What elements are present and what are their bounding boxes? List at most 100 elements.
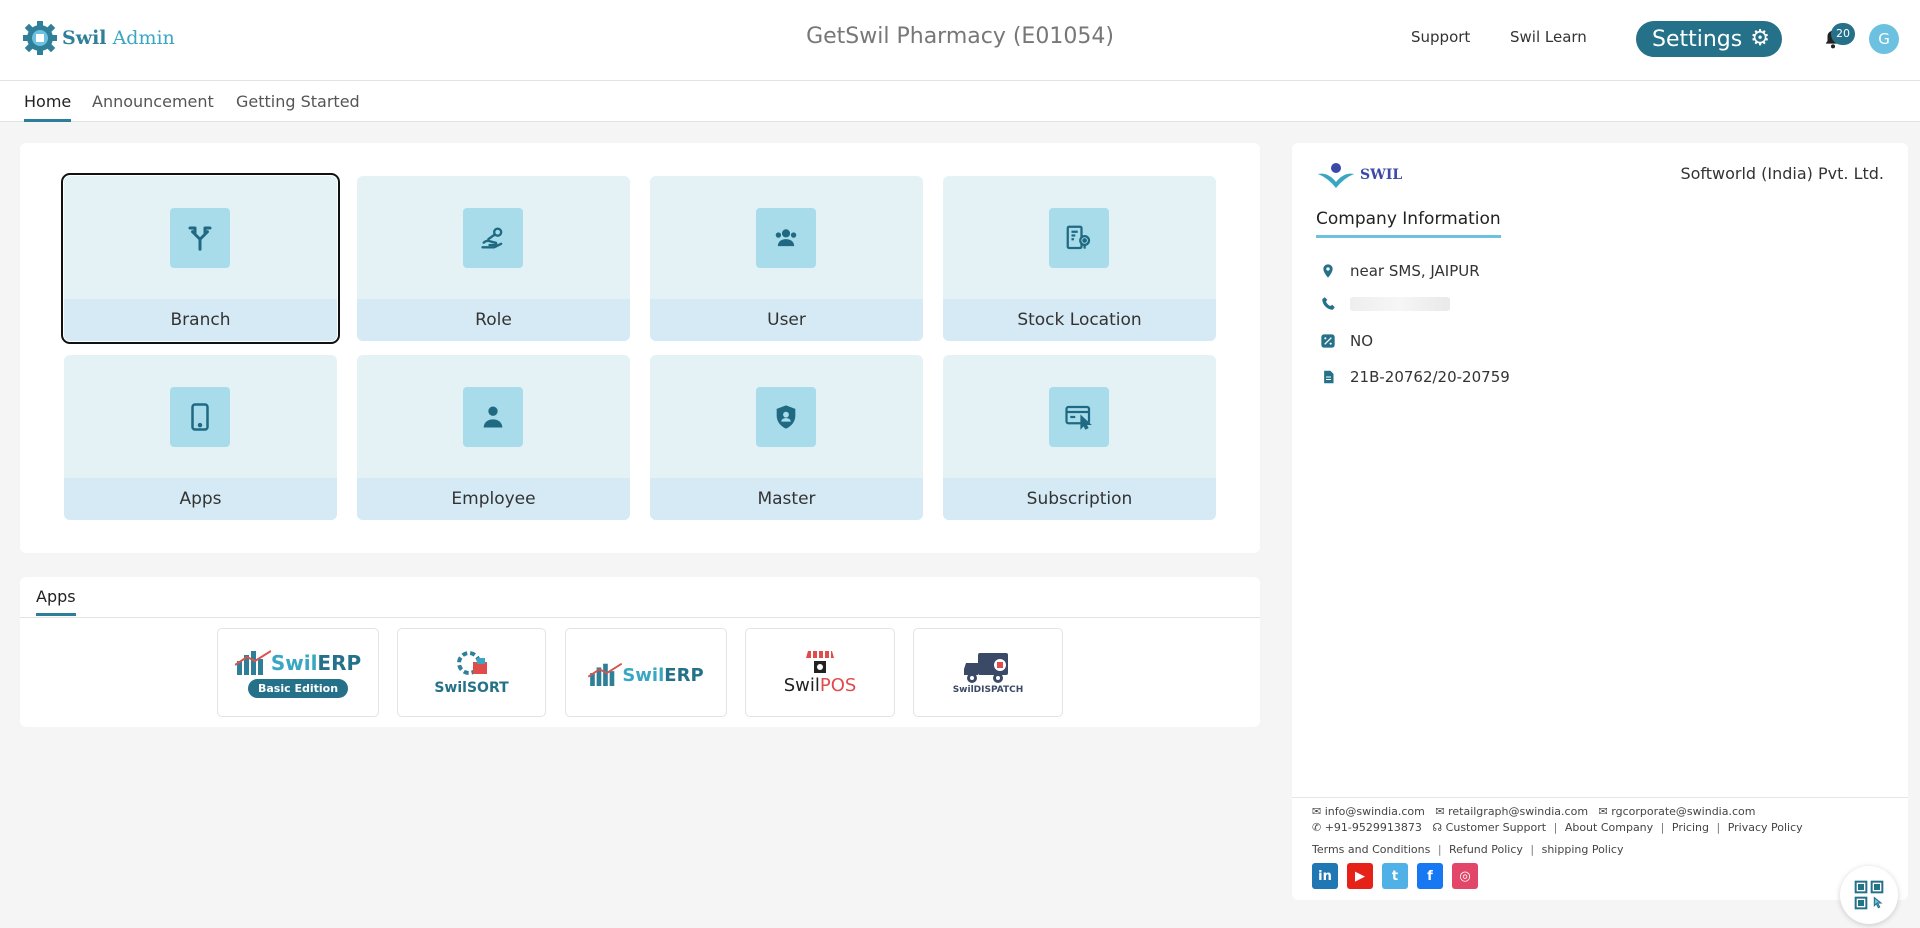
support-link[interactable]: Support	[1411, 28, 1470, 46]
instagram-icon[interactable]: ◎	[1452, 863, 1478, 889]
tile-user[interactable]: User	[650, 176, 923, 341]
footer-phone[interactable]: +91-9529913873	[1325, 821, 1422, 834]
settings-button[interactable]: Settings ⚙	[1636, 21, 1782, 57]
employee-icon	[463, 387, 523, 447]
refund-policy-link[interactable]: Refund Policy	[1449, 843, 1523, 856]
tab-home[interactable]: Home	[24, 92, 72, 122]
qr-scan-button[interactable]	[1840, 866, 1898, 924]
youtube-icon[interactable]: ▶	[1347, 863, 1373, 889]
settings-label: Settings	[1652, 26, 1743, 52]
company-name: Softworld (India) Pvt. Ltd.	[1680, 164, 1884, 183]
brand-primary: Swil	[62, 27, 107, 49]
top-header: Swil Admin GetSwil Pharmacy (E01054) Sup…	[0, 0, 1920, 81]
mail-icon: ✉	[1598, 805, 1608, 818]
shipping-policy-link[interactable]: shipping Policy	[1542, 843, 1624, 856]
phone-value-redacted	[1350, 296, 1450, 311]
swil-logo-text: SWIL	[1360, 167, 1403, 183]
swil-company-logo: SWIL	[1316, 160, 1402, 190]
email-info[interactable]: info@swindia.com	[1325, 805, 1425, 818]
tile-label: Subscription	[943, 478, 1216, 520]
footer-links-row: ✆ +91-9529913873 ☊ Customer Support | Ab…	[1312, 821, 1803, 834]
footer-divider	[1292, 797, 1908, 798]
apps-panel-header: Apps	[20, 577, 1260, 618]
terms-link[interactable]: Terms and Conditions	[1312, 843, 1430, 856]
app-name-b: ERP	[317, 651, 362, 675]
separator: |	[1437, 843, 1442, 856]
tile-label: User	[650, 299, 923, 341]
shield-user-icon	[756, 387, 816, 447]
separator: |	[1660, 821, 1665, 834]
app-swilpos[interactable]: SwilPOS	[745, 628, 895, 717]
facebook-icon[interactable]: f	[1417, 863, 1443, 889]
tile-subscription[interactable]: Subscription	[943, 355, 1216, 520]
tab-bar: Home Announcement Getting Started	[0, 81, 1920, 122]
apps-tab[interactable]: Apps	[36, 587, 76, 616]
tile-label: Branch	[64, 299, 337, 341]
tile-label: Apps	[64, 478, 337, 520]
app-swilerp-basic[interactable]: Swil ERP Basic Edition	[217, 628, 379, 717]
app-name-a: Swil	[434, 679, 467, 696]
gear-logo-icon	[23, 21, 57, 55]
address-text: near SMS, JAIPUR	[1350, 262, 1480, 280]
separator: |	[1553, 821, 1558, 834]
swilerp-logo: Swil ERP	[588, 660, 704, 686]
gst-row: NO	[1318, 332, 1373, 350]
tile-label: Stock Location	[943, 299, 1216, 341]
company-information-title: Company Information	[1316, 209, 1501, 238]
pricing-link[interactable]: Pricing	[1672, 821, 1709, 834]
brand-secondary: Admin	[112, 27, 175, 49]
subscription-icon	[1049, 387, 1109, 447]
document-icon	[1318, 368, 1338, 386]
tile-apps[interactable]: Apps	[64, 355, 337, 520]
twitter-icon[interactable]: t	[1382, 863, 1408, 889]
swil-bird-icon	[1318, 163, 1354, 188]
app-swilsort[interactable]: SwilSORT	[397, 628, 546, 717]
swilsort-gear-icon	[456, 650, 487, 675]
tile-stock-location[interactable]: Stock Location	[943, 176, 1216, 341]
tile-branch[interactable]: Branch	[61, 173, 340, 344]
footer-emails: ✉ info@swindia.com ✉ retailgraph@swindia…	[1312, 805, 1755, 818]
basic-edition-badge: Basic Edition	[247, 679, 349, 698]
module-grid-panel: Branch Role User Stock Location Apps Emp…	[20, 143, 1260, 553]
tile-label: Employee	[357, 478, 630, 520]
tab-getting-started[interactable]: Getting Started	[236, 92, 360, 119]
email-retail[interactable]: retailgraph@swindia.com	[1448, 805, 1588, 818]
apps-panel: Apps Swil ERP Basic Edition SwilSORT Swil…	[20, 577, 1260, 727]
separator: |	[1716, 821, 1721, 834]
tile-master[interactable]: Master	[650, 355, 923, 520]
swil-admin-logo[interactable]: Swil Admin	[22, 20, 175, 56]
tab-announcement[interactable]: Announcement	[92, 92, 214, 119]
email-corporate[interactable]: rgcorporate@swindia.com	[1611, 805, 1755, 818]
tile-employee[interactable]: Employee	[357, 355, 630, 520]
app-swilerp[interactable]: Swil ERP	[565, 628, 727, 717]
app-name-a: Swil	[622, 664, 665, 686]
privacy-policy-link[interactable]: Privacy Policy	[1728, 821, 1803, 834]
branch-icon	[170, 208, 230, 268]
avatar[interactable]: G	[1869, 24, 1899, 54]
tile-label: Master	[650, 478, 923, 520]
tile-role[interactable]: Role	[357, 176, 630, 341]
app-name-b: ERP	[664, 664, 704, 686]
gear-icon: ⚙	[1750, 26, 1770, 51]
linkedin-icon[interactable]: in	[1312, 863, 1338, 889]
license-row: 21B-20762/20-20759	[1318, 368, 1510, 386]
page-title: GetSwil Pharmacy (E01054)	[806, 24, 1114, 49]
social-links: in ▶ t f ◎	[1312, 863, 1478, 889]
qr-code-icon	[1854, 880, 1884, 910]
swilsort-wordmark: SwilSORT	[434, 680, 508, 696]
truck-icon	[964, 652, 1008, 683]
swil-learn-link[interactable]: Swil Learn	[1510, 28, 1587, 46]
notification-badge: 20	[1831, 23, 1855, 45]
address-row: near SMS, JAIPUR	[1318, 262, 1480, 280]
location-pin-icon	[1318, 262, 1338, 280]
app-swildispatch[interactable]: SwilDISPATCH	[913, 628, 1063, 717]
app-name-a: Swil	[783, 675, 820, 696]
customer-support-link[interactable]: Customer Support	[1446, 821, 1546, 834]
tile-label: Role	[357, 299, 630, 341]
headset-icon: ☊	[1432, 821, 1443, 834]
phone-icon	[1318, 296, 1338, 311]
gst-value: NO	[1350, 332, 1374, 350]
app-name-a: Swil	[270, 651, 318, 675]
about-company-link[interactable]: About Company	[1565, 821, 1653, 834]
company-info-panel: SWIL Softworld (India) Pvt. Ltd. Company…	[1292, 143, 1908, 900]
